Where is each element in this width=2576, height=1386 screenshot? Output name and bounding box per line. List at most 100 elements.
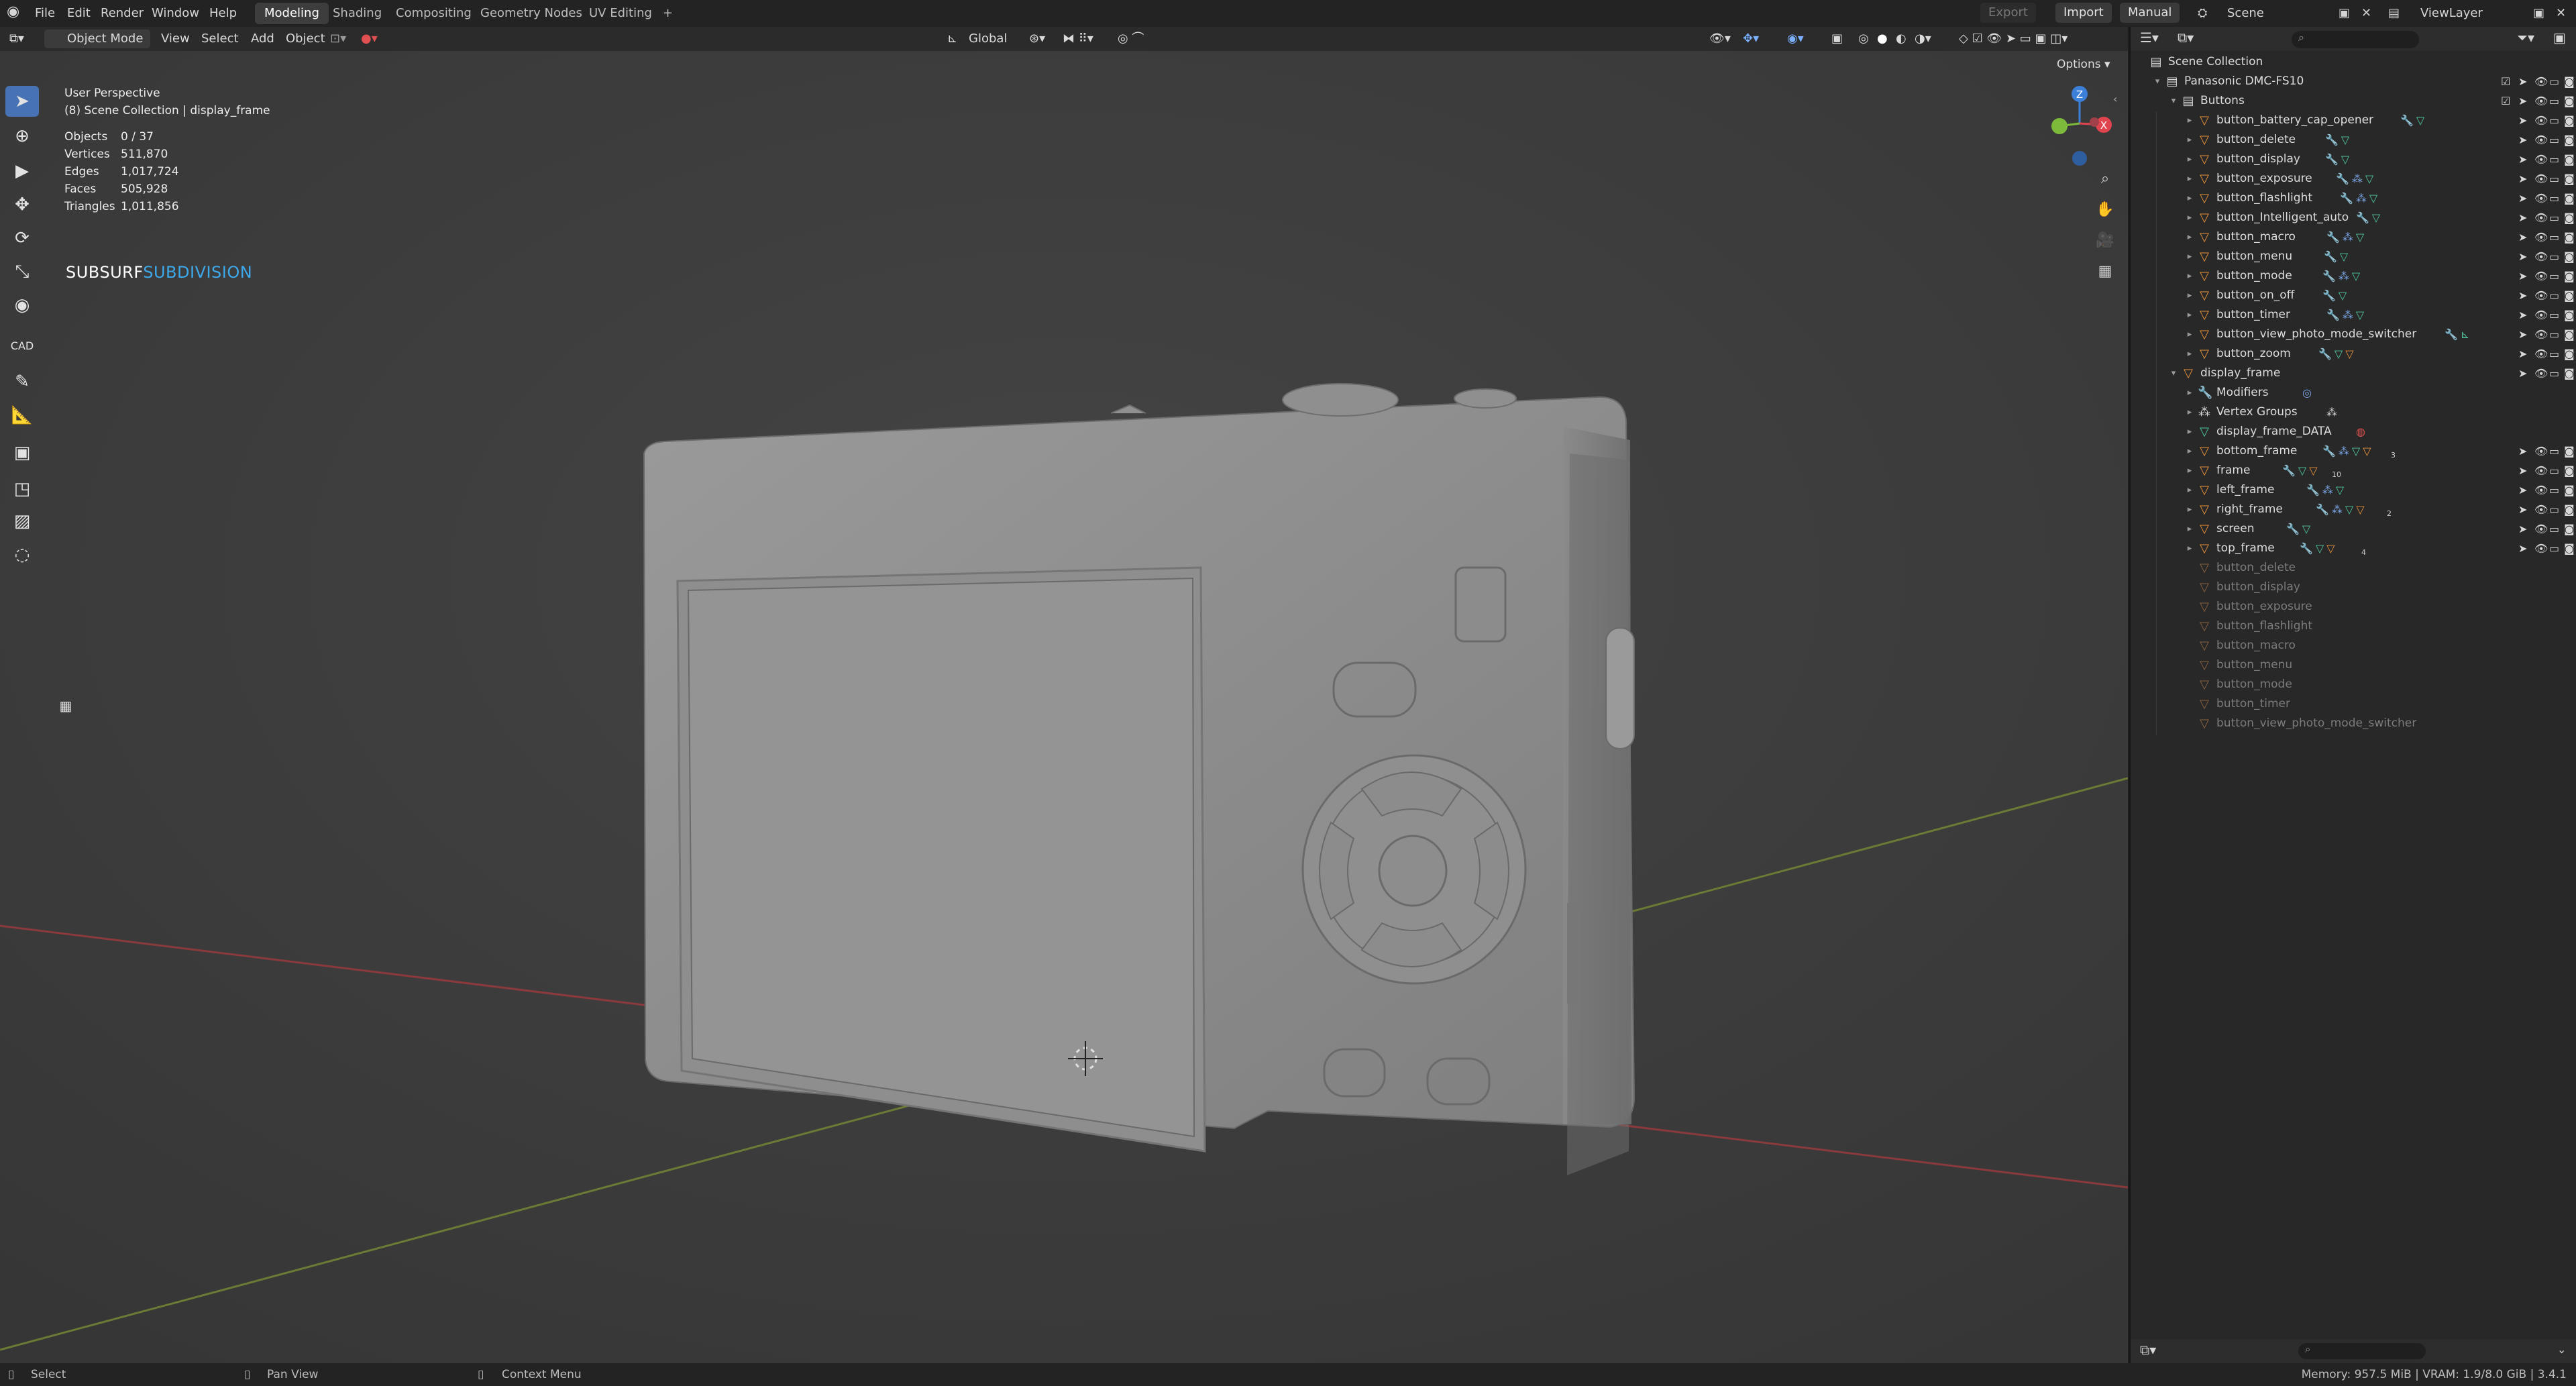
eye-icon[interactable]: 👁: [2534, 91, 2548, 111]
eye-icon[interactable]: 👁: [2534, 266, 2548, 286]
scene-selector[interactable]: Scene: [2227, 4, 2264, 23]
tree-row-object[interactable]: ▸ ▽ button_timer 🔧⁂▽ ➤ 👁 ▭ ◙: [2131, 305, 2576, 325]
tree-row-object[interactable]: ▸ ▽ button_battery_cap_opener 🔧▽ ➤ 👁 ▭ ◙: [2131, 111, 2576, 130]
expand-arrow-icon[interactable]: ▸: [2184, 150, 2195, 169]
menu-file[interactable]: File: [35, 4, 55, 23]
editor-type-icon[interactable]: ⧉▾: [9, 30, 24, 48]
restrict-toggle-icons[interactable]: ◇ ☑ 👁 ➤ ▭ ▣ ◫▾: [1959, 30, 2068, 48]
select-arrow-icon[interactable]: ➤: [2518, 227, 2527, 247]
render-camera-icon[interactable]: ◙: [2564, 325, 2575, 344]
screen-icon[interactable]: ▭: [2549, 266, 2559, 286]
select-arrow-icon[interactable]: ➤: [2518, 150, 2527, 169]
render-camera-icon[interactable]: ◙: [2564, 91, 2575, 111]
select-arrow-icon[interactable]: ➤: [2518, 189, 2527, 208]
outliner-search-input[interactable]: ⌕: [2292, 31, 2419, 48]
render-camera-icon[interactable]: ◙: [2564, 305, 2575, 325]
expand-arrow-icon[interactable]: ▸: [2184, 169, 2195, 189]
select-arrow-icon[interactable]: ➤: [2518, 500, 2527, 519]
properties-editor-type-icon[interactable]: ⧉▾: [2140, 1342, 2156, 1358]
screen-icon[interactable]: ▭: [2549, 519, 2559, 539]
screen-icon[interactable]: ▭: [2549, 325, 2559, 344]
render-camera-icon[interactable]: ◙: [2564, 111, 2575, 130]
tree-row-object[interactable]: ▸ ▽ bottom_frame 🔧⁂▽▽ 3 ➤ 👁 ▭ ◙: [2131, 441, 2576, 461]
select-arrow-icon[interactable]: ➤: [2518, 208, 2527, 227]
transform-icon[interactable]: ◉: [5, 290, 39, 321]
tree-row-object[interactable]: ▸ ▽ button_exposure 🔧⁂▽ ➤ 👁 ▭ ◙: [2131, 169, 2576, 189]
menu-edit[interactable]: Edit: [67, 4, 91, 23]
render-camera-icon[interactable]: ◙: [2564, 208, 2575, 227]
shading-wireframe-icon[interactable]: ◎: [1858, 30, 1869, 48]
render-camera-icon[interactable]: ◙: [2564, 169, 2575, 189]
viewlayer-selector[interactable]: ViewLayer: [2420, 4, 2483, 23]
menu-render[interactable]: Render: [101, 4, 144, 23]
screen-icon[interactable]: ▭: [2549, 364, 2559, 383]
expand-arrow-icon[interactable]: ▸: [2184, 441, 2195, 461]
render-camera-icon[interactable]: ◙: [2564, 227, 2575, 247]
select-arrow-icon[interactable]: ➤: [2518, 325, 2527, 344]
3d-viewport[interactable]: ➤ ⊕ ▶ ✥ ⟳ ⤡ ◉ CAD ✎ 📐 ▣ ◳ ▨ ◌ ▦ User Per…: [0, 51, 2128, 1363]
expand-arrow-icon[interactable]: ▸: [2184, 461, 2195, 480]
eye-icon[interactable]: 👁: [2534, 247, 2548, 266]
screen-icon[interactable]: ▭: [2549, 344, 2559, 364]
render-camera-icon[interactable]: ◙: [2564, 286, 2575, 305]
screen-icon[interactable]: ▭: [2549, 130, 2559, 150]
render-camera-icon[interactable]: ◙: [2564, 441, 2575, 461]
blender-logo-icon[interactable]: ◉: [7, 3, 19, 21]
render-camera-icon[interactable]: ◙: [2564, 266, 2575, 286]
screen-icon[interactable]: ▭: [2549, 461, 2559, 480]
tab-geometry-nodes[interactable]: Geometry Nodes: [471, 3, 592, 24]
new-collection-icon[interactable]: ▣: [2553, 30, 2566, 46]
tree-row-object[interactable]: ▸ ▽ button_Intelligent_auto 🔧▽ ➤ 👁 ▭ ◙: [2131, 208, 2576, 227]
zoom-icon[interactable]: ⌕: [2092, 165, 2118, 192]
extrude-icon[interactable]: ◳: [5, 474, 39, 504]
expand-arrow-icon[interactable]: ▸: [2184, 383, 2195, 403]
select-menu[interactable]: Select: [201, 30, 239, 48]
select-arrow-icon[interactable]: ➤: [2518, 266, 2527, 286]
proportional-icon[interactable]: ◎ ⌒: [1118, 30, 1144, 48]
menu-help[interactable]: Help: [209, 4, 237, 23]
select-arrow-icon[interactable]: ➤: [2518, 461, 2527, 480]
select-arrow-icon[interactable]: ➤: [2518, 441, 2527, 461]
tree-row-child-object[interactable]: ▽ button_mode: [2131, 675, 2576, 694]
screen-icon[interactable]: ▭: [2549, 480, 2559, 500]
expand-arrow-icon[interactable]: ▸: [2184, 111, 2195, 130]
select-arrow-icon[interactable]: ➤: [2518, 130, 2527, 150]
options-dropdown[interactable]: Options ▾: [2057, 55, 2110, 74]
snapping-icon[interactable]: ⧓ ⠿▾: [1063, 30, 1093, 48]
eye-icon[interactable]: 👁: [2534, 208, 2548, 227]
tree-row-object[interactable]: ▸ ▽ button_menu 🔧▽ ➤ 👁 ▭ ◙: [2131, 247, 2576, 266]
tree-row-object[interactable]: ▸ ▽ button_view_photo_mode_switcher 🔧⊾ ➤…: [2131, 325, 2576, 344]
tree-row-object[interactable]: ▸ ▽ button_macro 🔧⁂▽ ➤ 👁 ▭ ◙: [2131, 227, 2576, 247]
spin-icon[interactable]: ◌: [5, 539, 39, 570]
tree-row-modifiers[interactable]: ▸ 🔧 Modifiers ◎: [2131, 383, 2576, 403]
eye-icon[interactable]: 👁: [2534, 111, 2548, 130]
gizmo-neg-x-ball[interactable]: [2090, 117, 2099, 127]
eye-icon[interactable]: 👁: [2534, 500, 2548, 519]
eye-icon[interactable]: 👁: [2534, 169, 2548, 189]
screen-icon[interactable]: ▭: [2549, 91, 2559, 111]
eye-icon[interactable]: 👁: [2534, 189, 2548, 208]
eye-icon[interactable]: 👁: [2534, 480, 2548, 500]
tab-shading[interactable]: Shading: [323, 3, 391, 24]
select-arrow-icon[interactable]: ➤: [2518, 364, 2527, 383]
eye-icon[interactable]: 👁: [2534, 519, 2548, 539]
eye-icon[interactable]: 👁: [2534, 364, 2548, 383]
screen-icon[interactable]: ▭: [2549, 227, 2559, 247]
expand-arrow-icon[interactable]: ▸: [2184, 130, 2195, 150]
checkbox-icon[interactable]: ☑: [2501, 72, 2510, 91]
expand-arrow-icon[interactable]: ▾: [2168, 364, 2179, 383]
tree-row-object[interactable]: ▸ ▽ button_flashlight 🔧⁂▽ ➤ 👁 ▭ ◙: [2131, 189, 2576, 208]
render-camera-icon[interactable]: ◙: [2564, 130, 2575, 150]
select-arrow-icon[interactable]: ➤: [2518, 344, 2527, 364]
play-icon[interactable]: ▶: [5, 156, 39, 186]
tree-row-object[interactable]: ▸ ▽ button_zoom 🔧▽▽ ➤ 👁 ▭ ◙: [2131, 344, 2576, 364]
tree-row-child-object[interactable]: ▽ button_macro: [2131, 636, 2576, 655]
add-workspace-button[interactable]: +: [653, 3, 682, 24]
sidebar-toggle-icon[interactable]: ‹: [2113, 93, 2117, 105]
properties-search-input[interactable]: ⌕: [2298, 1343, 2426, 1359]
screen-icon[interactable]: ▭: [2549, 189, 2559, 208]
tree-row-child-object[interactable]: ▽ button_menu: [2131, 655, 2576, 675]
render-camera-icon[interactable]: ◙: [2564, 519, 2575, 539]
screen-icon[interactable]: ▭: [2549, 208, 2559, 227]
tree-row-object-active[interactable]: ▾ ▽ display_frame ➤ 👁 ▭ ◙: [2131, 364, 2576, 383]
